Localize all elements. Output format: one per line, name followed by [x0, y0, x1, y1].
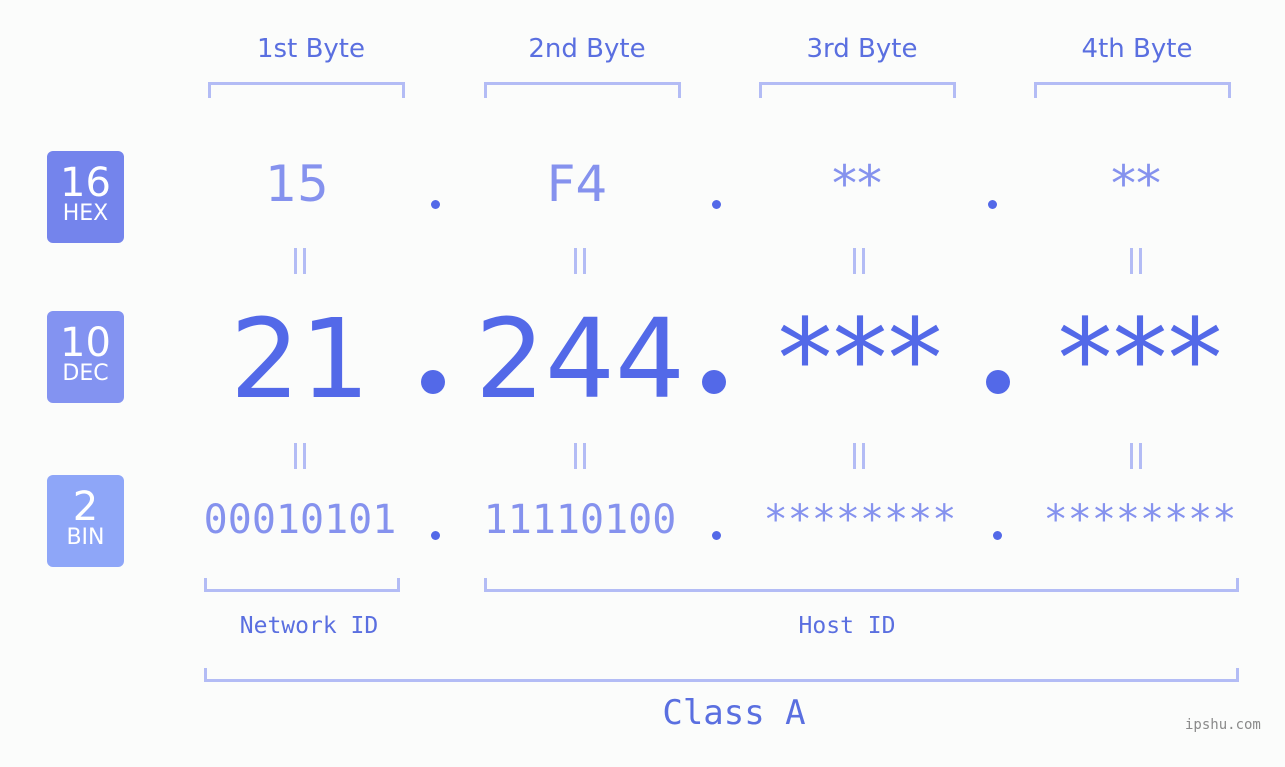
- byte-header-3: 3rd Byte: [806, 34, 918, 64]
- dec-byte-2: 244: [475, 295, 685, 423]
- equals-icon: [1121, 443, 1151, 469]
- hex-dot-2: [712, 200, 721, 209]
- network-id-label: Network ID: [239, 613, 379, 639]
- byte-bracket-2: [484, 82, 681, 98]
- hex-byte-3: **: [832, 155, 882, 213]
- bin-base-number: 2: [72, 484, 99, 530]
- byte-header-4: 4th Byte: [1081, 34, 1193, 64]
- hex-byte-4: **: [1111, 155, 1161, 213]
- equals-icon: [285, 248, 315, 274]
- dec-base-number: 10: [60, 320, 111, 366]
- network-id-bracket: [204, 578, 400, 592]
- equals-icon: [565, 248, 595, 274]
- hex-base-label: HEX: [62, 201, 109, 226]
- hex-dot-1: [431, 200, 440, 209]
- bin-dot-2: [712, 531, 721, 540]
- bin-byte-3: ********: [763, 497, 957, 543]
- byte-header-2: 2nd Byte: [528, 34, 646, 64]
- bin-base-label: BIN: [66, 525, 105, 550]
- byte-header-1: 1st Byte: [257, 34, 365, 64]
- byte-bracket-3: [759, 82, 956, 98]
- hex-base-number: 16: [60, 160, 111, 206]
- hex-byte-1: 15: [265, 155, 329, 213]
- class-bracket: [204, 668, 1239, 682]
- bin-byte-2: 11110100: [483, 497, 677, 543]
- equals-icon: [844, 443, 874, 469]
- hex-dot-3: [988, 200, 997, 209]
- dec-byte-1: 21: [230, 295, 370, 423]
- dec-base-label: DEC: [62, 361, 109, 386]
- dec-badge: 10 DEC: [47, 311, 124, 403]
- hex-badge: 16 HEX: [47, 151, 124, 243]
- host-id-label: Host ID: [798, 613, 896, 639]
- hex-byte-2: F4: [546, 155, 608, 213]
- byte-bracket-4: [1034, 82, 1231, 98]
- host-id-bracket: [484, 578, 1239, 592]
- equals-icon: [565, 443, 595, 469]
- dec-dot-3: [986, 370, 1010, 394]
- bin-dot-3: [993, 531, 1002, 540]
- class-label: Class A: [662, 693, 806, 733]
- equals-icon: [1121, 248, 1151, 274]
- equals-icon: [844, 248, 874, 274]
- dec-byte-4: ***: [1057, 295, 1223, 423]
- dec-dot-1: [421, 370, 445, 394]
- bin-badge: 2 BIN: [47, 475, 124, 567]
- bin-byte-4: ********: [1043, 497, 1237, 543]
- bin-byte-1: 00010101: [203, 497, 397, 543]
- dec-byte-3: ***: [777, 295, 943, 423]
- watermark: ipshu.com: [1185, 717, 1261, 733]
- byte-bracket-1: [208, 82, 405, 98]
- dec-dot-2: [702, 370, 726, 394]
- equals-icon: [285, 443, 315, 469]
- bin-dot-1: [431, 531, 440, 540]
